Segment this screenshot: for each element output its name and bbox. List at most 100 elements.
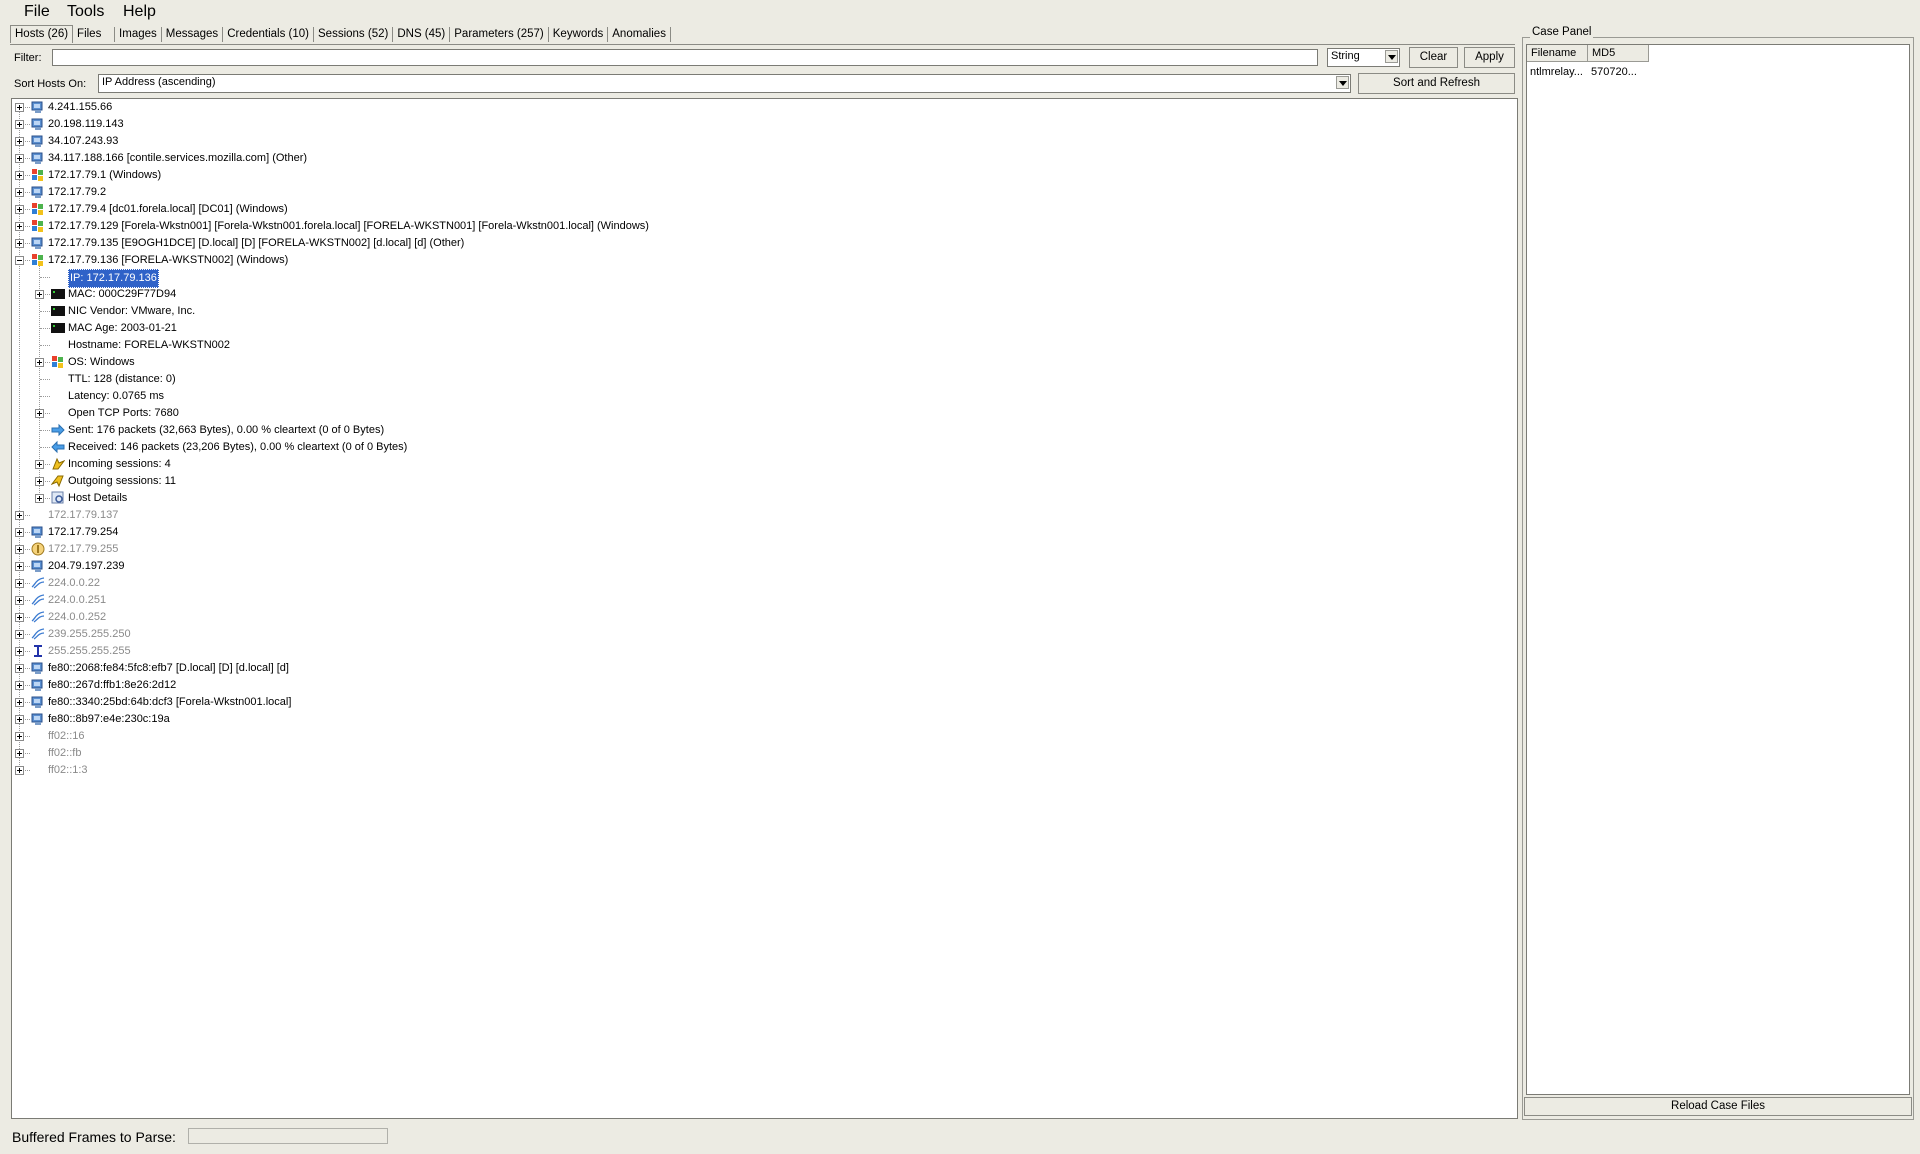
node-label[interactable]: Outgoing sessions: 11 [68,473,176,490]
tab-messages[interactable]: Messages [162,27,224,42]
node-label[interactable]: 172.17.79.129 [Forela-Wkstn001] [Forela-… [48,218,649,235]
sort-select[interactable]: IP Address (ascending) [98,74,1351,93]
host-node[interactable]: 172.17.79.255 [12,541,1512,558]
node-label[interactable]: 172.17.79.135 [E9OGH1DCE] [D.local] [D] … [48,235,464,252]
expand-icon[interactable] [15,239,24,248]
host-detail-node[interactable]: IP: 172.17.79.136 [12,269,1512,288]
expand-icon[interactable] [15,120,24,129]
expand-icon[interactable] [35,290,44,299]
expand-icon[interactable] [15,137,24,146]
expand-icon[interactable] [35,460,44,469]
host-detail-node[interactable]: Sent: 176 packets (32,663 Bytes), 0.00 %… [12,422,1512,439]
node-label[interactable]: 224.0.0.252 [48,609,106,626]
clear-button[interactable]: Clear [1409,47,1458,68]
case-file-name[interactable]: ntlmrelay... [1530,66,1583,78]
expand-icon[interactable] [15,681,24,690]
expand-icon[interactable] [15,511,24,520]
node-label[interactable]: 172.17.79.255 [48,541,118,558]
chevron-down-icon[interactable] [1385,50,1398,63]
host-detail-node[interactable]: MAC: 000C29F77D94 [12,286,1512,303]
case-file-list[interactable]: Filename MD5 ntlmrelay... 570720... [1526,44,1910,1095]
node-label[interactable]: Latency: 0.0765 ms [68,388,164,405]
node-label[interactable]: TTL: 128 (distance: 0) [68,371,176,388]
host-node[interactable]: 172.17.79.137 [12,507,1512,524]
tab-images[interactable]: Images [115,27,162,42]
host-node[interactable]: 224.0.0.252 [12,609,1512,626]
host-node[interactable]: fe80::8b97:e4e:230c:19a [12,711,1512,728]
host-detail-node[interactable]: MAC Age: 2003-01-21 [12,320,1512,337]
host-node[interactable]: 172.17.79.4 [dc01.forela.local] [DC01] (… [12,201,1512,218]
expand-icon[interactable] [15,188,24,197]
host-detail-node[interactable]: OS: Windows [12,354,1512,371]
sort-refresh-button[interactable]: Sort and Refresh [1358,73,1515,94]
host-detail-node[interactable]: Open TCP Ports: 7680 [12,405,1512,422]
expand-icon[interactable] [15,222,24,231]
expand-icon[interactable] [15,103,24,112]
host-detail-node[interactable]: Hostname: FORELA-WKSTN002 [12,337,1512,354]
expand-icon[interactable] [15,698,24,707]
host-detail-node[interactable]: Outgoing sessions: 11 [12,473,1512,490]
host-node[interactable]: 4.241.155.66 [12,99,1512,116]
expand-icon[interactable] [15,766,24,775]
expand-icon[interactable] [35,409,44,418]
expand-icon[interactable] [15,732,24,741]
expand-icon[interactable] [15,205,24,214]
node-label[interactable]: Sent: 176 packets (32,663 Bytes), 0.00 %… [68,422,384,439]
expand-icon[interactable] [15,664,24,673]
collapse-icon[interactable] [15,256,24,265]
host-node[interactable]: 172.17.79.2 [12,184,1512,201]
tab-files[interactable]: Files [73,27,116,42]
host-node[interactable]: 224.0.0.22 [12,575,1512,592]
node-label[interactable]: 34.107.243.93 [48,133,118,150]
tab-sessions[interactable]: Sessions (52) [314,27,394,42]
tab-hosts[interactable]: Hosts (26) [10,25,74,43]
case-file-md5[interactable]: 570720... [1591,66,1637,78]
node-label[interactable]: Received: 146 packets (23,206 Bytes), 0.… [68,439,407,456]
tab-parameters[interactable]: Parameters (257) [450,27,549,42]
node-label[interactable]: 172.17.79.137 [48,507,118,524]
chevron-down-icon[interactable] [1336,76,1349,89]
node-label[interactable]: fe80::8b97:e4e:230c:19a [48,711,170,728]
host-node[interactable]: 239.255.255.250 [12,626,1512,643]
host-node[interactable]: ff02::fb [12,745,1512,762]
node-label[interactable]: 34.117.188.166 [contile.services.mozilla… [48,150,307,167]
node-label[interactable]: Hostname: FORELA-WKSTN002 [68,337,230,354]
expand-icon[interactable] [15,647,24,656]
host-node[interactable]: fe80::267d:ffb1:8e26:2d12 [12,677,1512,694]
host-node[interactable]: 172.17.79.254 [12,524,1512,541]
host-node[interactable]: 172.17.79.136 [FORELA-WKSTN002] (Windows… [12,252,1512,269]
node-label[interactable]: 204.79.197.239 [48,558,124,575]
node-label[interactable]: fe80::267d:ffb1:8e26:2d12 [48,677,176,694]
hosts-tree[interactable]: 4.241.155.66 20.198.119.143 34.107.243.93 3… [11,98,1518,1119]
host-detail-node[interactable]: Received: 146 packets (23,206 Bytes), 0.… [12,439,1512,456]
column-filename[interactable]: Filename [1527,45,1588,62]
node-label[interactable]: 172.17.79.254 [48,524,118,541]
expand-icon[interactable] [15,630,24,639]
menu-tools[interactable]: Tools [67,3,104,21]
tab-keywords[interactable]: Keywords [549,27,609,42]
node-label[interactable]: 4.241.155.66 [48,99,112,116]
host-detail-node[interactable]: Latency: 0.0765 ms [12,388,1512,405]
expand-icon[interactable] [35,477,44,486]
filter-input[interactable] [52,49,1318,66]
host-detail-node[interactable]: TTL: 128 (distance: 0) [12,371,1512,388]
node-label[interactable]: fe80::3340:25bd:64b:dcf3 [Forela-Wkstn00… [48,694,291,711]
node-label[interactable]: fe80::2068:fe84:5fc8:efb7 [D.local] [D] … [48,660,289,677]
node-label[interactable]: 224.0.0.251 [48,592,106,609]
host-node[interactable]: 20.198.119.143 [12,116,1512,133]
menu-file[interactable]: File [24,3,50,21]
expand-icon[interactable] [15,749,24,758]
expand-icon[interactable] [15,715,24,724]
apply-button[interactable]: Apply [1464,47,1515,68]
tab-dns[interactable]: DNS (45) [393,27,451,42]
expand-icon[interactable] [35,494,44,503]
menu-help[interactable]: Help [123,3,156,21]
expand-icon[interactable] [15,154,24,163]
node-label[interactable]: 172.17.79.2 [48,184,106,201]
host-node[interactable]: 34.117.188.166 [contile.services.mozilla… [12,150,1512,167]
node-label[interactable]: OS: Windows [68,354,135,371]
node-label[interactable]: 224.0.0.22 [48,575,100,592]
node-label[interactable]: 172.17.79.4 [dc01.forela.local] [DC01] (… [48,201,288,218]
host-node[interactable]: ff02::16 [12,728,1512,745]
expand-icon[interactable] [15,545,24,554]
